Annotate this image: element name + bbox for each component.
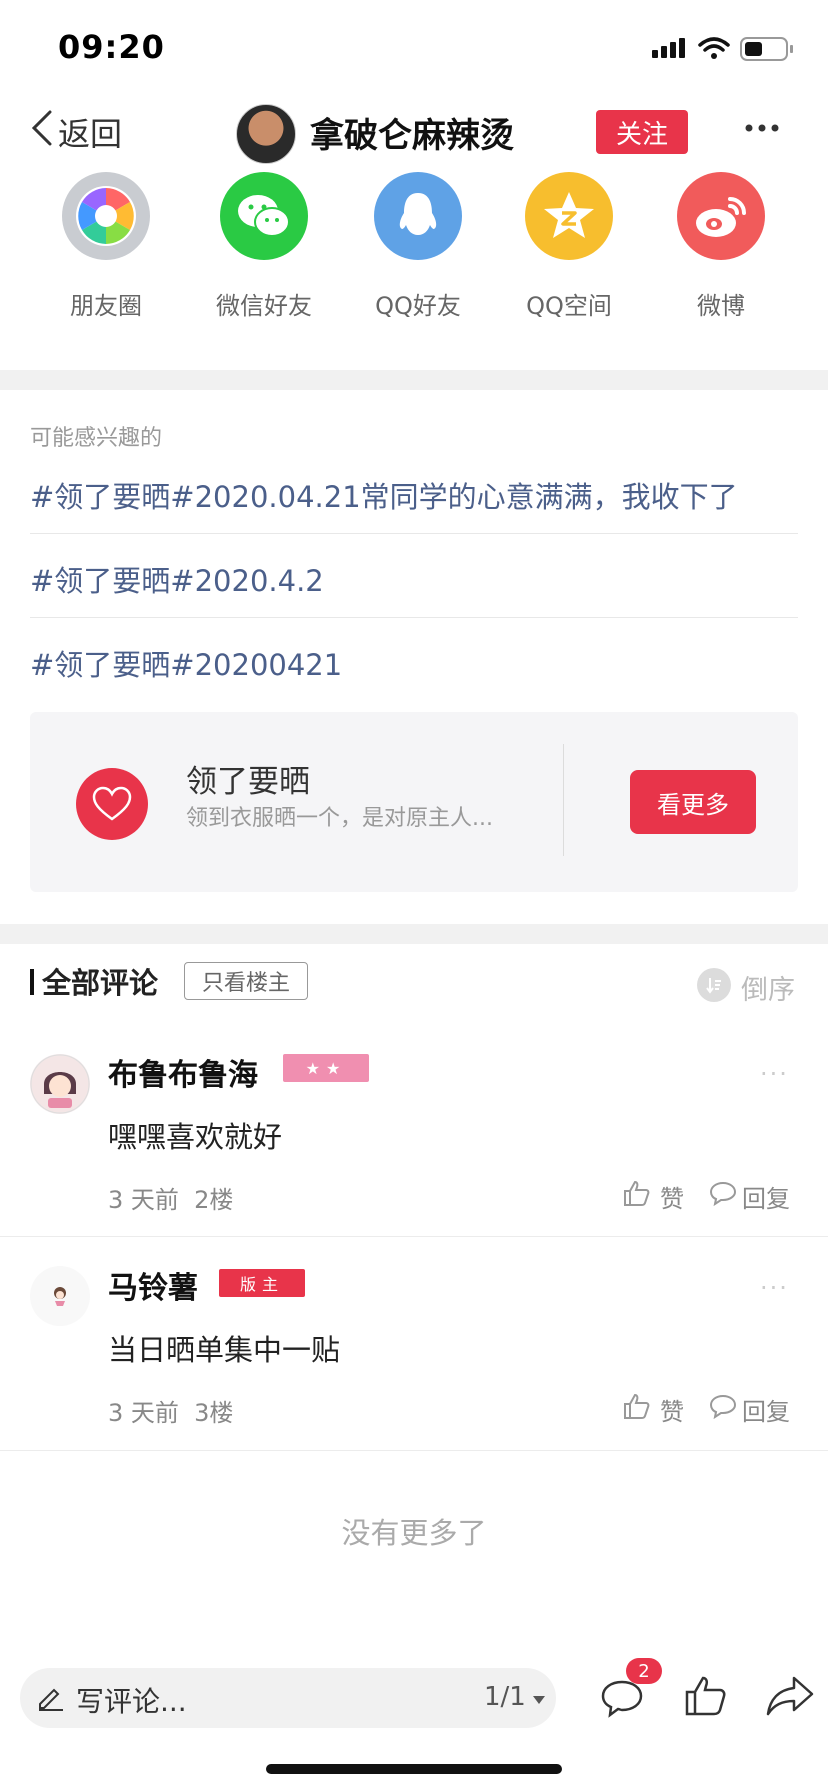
card-divider (563, 744, 564, 856)
comment-meta: 3 天前 3楼 (108, 1399, 234, 1427)
back-label: 返回 (58, 115, 123, 153)
avatar[interactable] (30, 1054, 90, 1114)
share-wechat[interactable]: 微信好友 (204, 172, 324, 321)
pencil-icon (36, 1682, 66, 1716)
caret-down-icon (532, 1682, 546, 1712)
qq-icon (374, 172, 462, 260)
share-qzone[interactable]: QQ空间 (509, 172, 629, 321)
see-more-button[interactable]: 看更多 (630, 770, 756, 834)
reply-button[interactable]: 回复 (708, 1391, 790, 1427)
wechat-icon (220, 172, 308, 260)
status-time: 09:20 (58, 28, 165, 66)
page-number: 1/1 (484, 1682, 526, 1712)
qzone-icon (525, 172, 613, 260)
moderator-badge: 版主 (219, 1269, 305, 1297)
reply-label: 回复 (742, 1397, 790, 1426)
share-label: QQ空间 (526, 292, 612, 320)
comment-text: 当日晒单集中一贴 (108, 1333, 341, 1367)
moments-icon (62, 172, 150, 260)
topic-link[interactable]: #领了要晒#20200421 (30, 642, 800, 684)
share-label: 微信好友 (216, 292, 312, 320)
back-button[interactable]: 返回 (28, 108, 122, 156)
battery-icon (740, 36, 796, 66)
comment-author[interactable]: 布鲁布鲁海 (108, 1050, 258, 1094)
comments-title: 全部评论 (42, 966, 159, 1000)
reply-button[interactable]: 回复 (708, 1178, 790, 1214)
like-button[interactable]: 赞 (622, 1391, 684, 1427)
comment-more-icon[interactable]: ··· (760, 1274, 789, 1302)
share-label: QQ好友 (375, 292, 461, 320)
like-label: 赞 (660, 1397, 684, 1426)
comment-meta: 3 天前 2楼 (108, 1186, 234, 1214)
comment-placeholder[interactable]: 写评论... (76, 1680, 187, 1720)
section-gap (0, 924, 828, 944)
comment-count-badge: 2 (626, 1658, 662, 1684)
comment-author[interactable]: 马铃薯 (108, 1263, 198, 1307)
comment-text: 嘿嘿喜欢就好 (108, 1120, 283, 1154)
card-title: 领了要晒 (186, 764, 310, 800)
page-indicator[interactable]: 1/1 (484, 1682, 546, 1712)
share-label: 微博 (697, 292, 745, 320)
divider (30, 617, 798, 618)
share-arrow-icon[interactable] (766, 1674, 814, 1722)
like-button[interactable]: 赞 (622, 1178, 684, 1214)
level-badge: ★★ (283, 1054, 369, 1082)
no-more-text: 没有更多了 (341, 1516, 487, 1550)
sort-label[interactable]: 倒序 (741, 968, 795, 1007)
avatar[interactable] (30, 1266, 90, 1326)
reply-label: 回复 (742, 1184, 790, 1213)
home-indicator (266, 1764, 562, 1774)
sort-icon[interactable] (697, 968, 731, 1002)
author-avatar[interactable] (236, 104, 296, 164)
share-moments[interactable]: 朋友圈 (46, 172, 166, 321)
divider (30, 533, 798, 534)
interested-title: 可能感兴趣的 (30, 426, 163, 451)
card-subtitle: 领到衣服晒一个，是对原主人... (186, 806, 493, 831)
thumbs-up-icon[interactable] (684, 1674, 728, 1722)
signal-icon (652, 36, 688, 64)
author-name[interactable]: 拿破仑麻辣烫 (310, 108, 514, 157)
share-qq[interactable]: QQ好友 (358, 172, 478, 321)
section-gap (0, 370, 828, 390)
weibo-icon (677, 172, 765, 260)
chevron-left-icon (28, 108, 54, 156)
comment-bubble-icon (708, 1391, 738, 1427)
wifi-icon (698, 36, 730, 64)
topic-link[interactable]: #领了要晒#2020.4.2 (30, 558, 800, 600)
like-label: 赞 (660, 1184, 684, 1213)
section-marker (30, 969, 34, 995)
share-weibo[interactable]: 微博 (661, 172, 781, 321)
heart-icon (76, 768, 148, 840)
share-label: 朋友圈 (70, 292, 142, 320)
topic-link[interactable]: #领了要晒#2020.04.21常同学的心意满满，我收下了 (30, 474, 800, 516)
comment-bubble-icon (708, 1178, 738, 1214)
follow-button[interactable]: 关注 (596, 110, 688, 154)
thumbs-up-icon (622, 1391, 652, 1427)
divider (0, 1236, 828, 1237)
divider (0, 1450, 828, 1451)
only-owner-button[interactable]: 只看楼主 (184, 962, 308, 1000)
more-options-icon[interactable] (744, 118, 780, 137)
thumbs-up-icon (622, 1178, 652, 1214)
comment-more-icon[interactable]: ··· (760, 1060, 789, 1088)
